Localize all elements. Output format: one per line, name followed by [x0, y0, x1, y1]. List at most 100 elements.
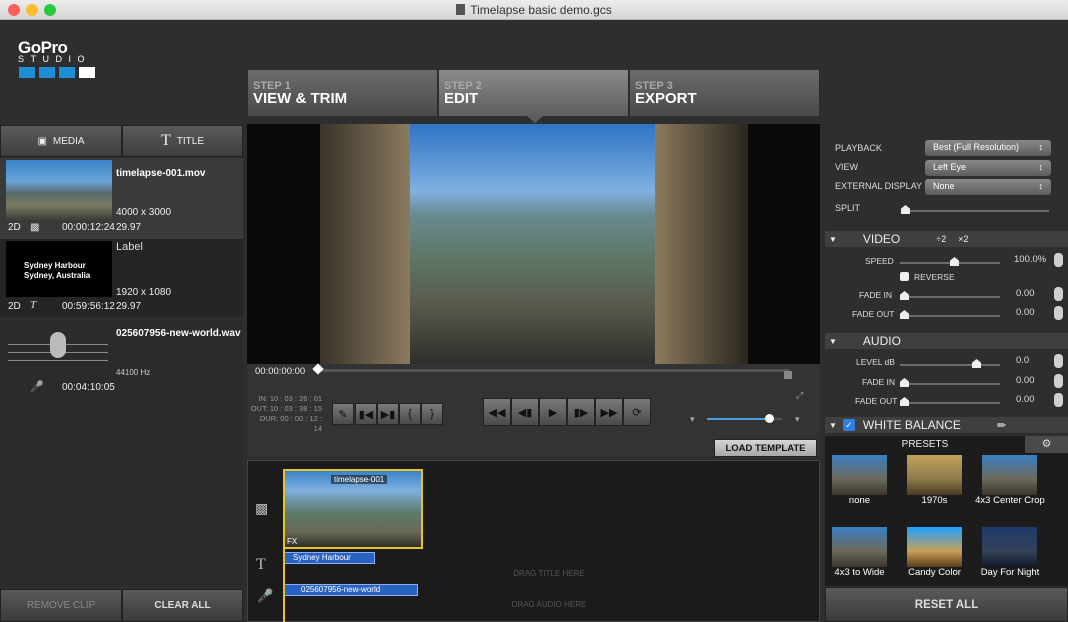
title-track-icon: T: [256, 556, 266, 573]
step-forward-icon: ▮▶: [573, 406, 589, 419]
select-arrows-icon: ↕: [1038, 142, 1044, 152]
tab-title[interactable]: T TITLE: [122, 125, 243, 157]
window-title: Timelapse basic demo.gcs: [0, 3, 1068, 17]
video-fade-out-slider[interactable]: [900, 315, 1000, 317]
speed-stepper[interactable]: [1054, 253, 1063, 267]
fullscreen-icon[interactable]: ⤢: [796, 390, 803, 401]
timeline-title-clip[interactable]: Sydney Harbour: [284, 552, 375, 564]
tab-presets[interactable]: PRESETS: [825, 436, 1025, 453]
audio-thumbnail: [6, 324, 112, 372]
load-template-button[interactable]: LOAD TEMPLATE: [714, 439, 817, 457]
video-section-header[interactable]: ▼ VIDEO ÷2 ×2: [825, 231, 1068, 247]
eyedropper-icon[interactable]: ✏: [997, 419, 1006, 432]
out-point-handle[interactable]: [784, 371, 792, 379]
fast-forward-button[interactable]: ▶▶: [595, 398, 623, 426]
half-speed-button[interactable]: ÷2: [936, 234, 946, 244]
split-slider[interactable]: [904, 210, 1049, 212]
go-to-out-button[interactable]: ▶▮: [377, 403, 399, 425]
reverse-checkbox[interactable]: [900, 272, 909, 281]
video-fade-out-stepper[interactable]: [1054, 306, 1063, 320]
external-display-select[interactable]: None ↕: [925, 179, 1051, 195]
video-clip-icon: ▩: [30, 222, 40, 233]
audio-section-header[interactable]: ▼ AUDIO: [825, 333, 1068, 349]
mark-out-icon: }: [430, 408, 434, 420]
audio-track-icon: 🎤: [257, 588, 274, 603]
step-back-button[interactable]: ◀▮: [511, 398, 539, 426]
white-balance-section-header[interactable]: ▼ ✓ WHITE BALANCE ✏: [825, 417, 1068, 433]
select-arrows-icon: ↕: [1038, 181, 1044, 191]
logo-square: [79, 67, 95, 78]
collapse-triangle-icon: ▼: [829, 234, 837, 244]
preview-frame: [320, 124, 748, 364]
studio-logo-text: STUDIO: [18, 54, 92, 64]
logo-square: [19, 67, 35, 78]
audio-level-slider[interactable]: [900, 364, 1000, 366]
double-speed-button[interactable]: ×2: [958, 234, 968, 244]
gear-icon[interactable]: ⚙: [1025, 436, 1068, 453]
media-clip-timelapse[interactable]: timelapse-001.mov 4000 x 3000 2D ▩ 00:00…: [0, 158, 243, 244]
go-to-in-button[interactable]: ▮◀: [355, 403, 377, 425]
title-t-icon: T: [30, 299, 37, 311]
video-track-icon: ▩: [255, 500, 269, 516]
mark-in-button[interactable]: {: [399, 403, 421, 425]
logo-square: [59, 67, 75, 78]
title-t-icon: T: [160, 132, 171, 149]
mark-in-icon: {: [408, 408, 412, 420]
volume-level: [707, 418, 770, 420]
mark-tool-button[interactable]: ✎: [332, 403, 354, 425]
select-arrows-icon: ↕: [1038, 162, 1044, 172]
tab-media[interactable]: ▣ MEDIA: [0, 125, 122, 157]
preset-thumb[interactable]: [982, 455, 1037, 495]
playback-select[interactable]: Best (Full Resolution) ↕: [925, 140, 1051, 156]
go-to-out-icon: ▶▮: [380, 408, 396, 421]
drag-audio-hint: DRAG AUDIO HERE: [511, 600, 587, 609]
clip-thumbnail: [6, 160, 112, 220]
active-step-pointer: [527, 116, 543, 123]
preset-thumb[interactable]: [907, 527, 962, 567]
mark-out-button[interactable]: }: [421, 403, 443, 425]
timeline-audio-clip[interactable]: 025607956-new-world: [284, 584, 418, 596]
microphone-icon: [50, 332, 66, 358]
white-balance-checkbox[interactable]: ✓: [842, 419, 855, 431]
rewind-button[interactable]: ◀◀: [483, 398, 511, 426]
video-fade-in-slider[interactable]: [900, 296, 1000, 298]
audio-fade-out-stepper[interactable]: [1054, 393, 1063, 407]
loop-icon: ⟳: [632, 406, 642, 419]
video-fade-in-stepper[interactable]: [1054, 287, 1063, 301]
media-clip-audio[interactable]: 025607956-new-world.wav 44100 Hz 🎤 00:04…: [0, 320, 243, 396]
collapse-triangle-icon: ▼: [829, 336, 837, 346]
clear-all-button[interactable]: CLEAR ALL: [122, 589, 243, 622]
media-clip-title-label[interactable]: Sydney Harbour Sydney, Australia Label 1…: [0, 239, 243, 317]
preset-thumb[interactable]: [832, 527, 887, 567]
audio-fade-out-slider[interactable]: [900, 402, 1000, 404]
reset-all-button[interactable]: RESET ALL: [825, 587, 1068, 622]
loop-button[interactable]: ⟳: [623, 398, 651, 426]
document-icon: [456, 4, 466, 15]
audio-fade-in-slider[interactable]: [900, 383, 1000, 385]
view-select[interactable]: Left Eye ↕: [925, 160, 1051, 176]
step-view-trim[interactable]: STEP 1 VIEW & TRIM: [248, 70, 438, 116]
window-titlebar: Timelapse basic demo.gcs: [0, 0, 1068, 20]
audio-fade-in-stepper[interactable]: [1054, 374, 1063, 388]
preset-thumb[interactable]: [832, 455, 887, 495]
rewind-icon: ◀◀: [488, 406, 506, 419]
audio-level-stepper[interactable]: [1054, 354, 1063, 368]
step-back-icon: ◀▮: [517, 406, 533, 419]
volume-high-icon: ▾: [795, 414, 800, 424]
step-export[interactable]: STEP 3 EXPORT: [630, 70, 820, 116]
preset-thumb[interactable]: [982, 527, 1037, 567]
scrub-bar[interactable]: [318, 369, 790, 372]
video-preview[interactable]: [247, 124, 820, 364]
remove-clip-button[interactable]: REMOVE CLIP: [0, 589, 122, 622]
step-edit[interactable]: STEP 2 EDIT: [439, 70, 629, 116]
volume-low-icon: ▾: [690, 414, 695, 424]
go-to-in-icon: ▮◀: [358, 408, 374, 421]
fast-forward-icon: ▶▶: [600, 406, 618, 419]
title-thumbnail: Sydney Harbour Sydney, Australia: [6, 241, 112, 297]
timeline-playhead[interactable]: [283, 548, 285, 622]
timeline-video-clip[interactable]: timelapse-001 FX: [283, 469, 423, 549]
preset-thumb[interactable]: [907, 455, 962, 495]
step-forward-button[interactable]: ▮▶: [567, 398, 595, 426]
play-button[interactable]: ▶: [539, 398, 567, 426]
microphone-icon: 🎤: [30, 381, 44, 393]
